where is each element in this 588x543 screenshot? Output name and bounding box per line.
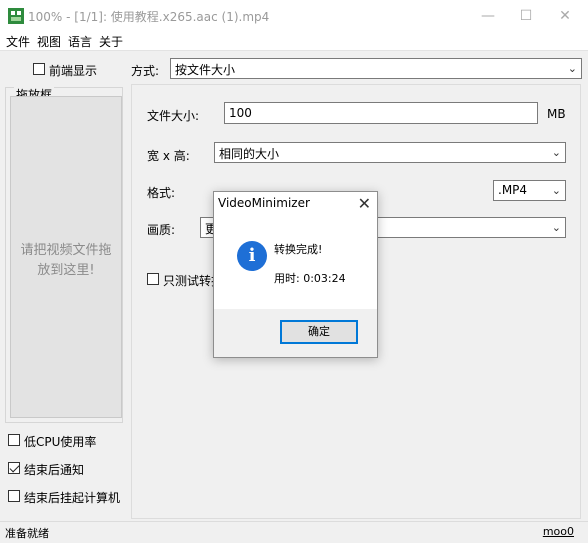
dialog-title: VideoMinimizer — [218, 196, 310, 210]
resolution-select-value: 相同的大小 — [219, 147, 280, 161]
chevron-down-icon: ⌄ — [551, 184, 561, 197]
low-cpu-label: 低CPU使用率 — [24, 435, 97, 449]
status-text: 准备就绪 — [5, 527, 49, 540]
status-bar: 准备就绪 moo0 — [0, 521, 588, 543]
file-size-field[interactable] — [224, 102, 538, 124]
mode-select-value: 按文件大小 — [175, 63, 236, 77]
format-select[interactable]: .MP4 ⌄ — [493, 180, 566, 201]
format-label: 格式: — [147, 186, 176, 200]
menu-about[interactable]: 关于 — [99, 33, 123, 50]
suspend-label: 结束后挂起计算机 — [24, 491, 121, 505]
mode-label: 方式: — [131, 64, 160, 78]
moo0-link[interactable]: moo0 — [543, 525, 574, 538]
info-icon: i — [237, 241, 267, 271]
resolution-label: 宽 x 高: — [147, 149, 190, 163]
resolution-select[interactable]: 相同的大小 ⌄ — [214, 142, 566, 163]
close-window-button[interactable]: ✕ — [542, 0, 588, 31]
chevron-down-icon: ⌄ — [551, 146, 561, 159]
drop-zone-hint: 请把视频文件拖 放到这里! — [10, 241, 122, 281]
minimize-icon: — — [481, 7, 495, 24]
close-icon: ✕ — [357, 194, 371, 213]
low-cpu-option[interactable]: 低CPU使用率 — [8, 433, 118, 449]
chevron-down-icon: ⌄ — [551, 221, 561, 234]
dialog-footer: 确定 — [214, 309, 377, 357]
mode-select[interactable]: 按文件大小 ⌄ — [170, 58, 582, 79]
menu-view[interactable]: 视图 — [37, 33, 61, 50]
maximize-icon: ☐ — [519, 7, 533, 24]
menu-file[interactable]: 文件 — [6, 33, 30, 50]
test-only-checkbox[interactable] — [147, 273, 159, 285]
low-cpu-checkbox[interactable] — [8, 434, 20, 446]
notify-label: 结束后通知 — [24, 463, 85, 477]
notify-checkbox[interactable] — [8, 462, 20, 474]
dialog-close-button[interactable]: ✕ — [358, 192, 371, 216]
file-size-input[interactable] — [225, 103, 537, 123]
quality-label: 画质: — [147, 223, 176, 237]
close-icon: ✕ — [559, 7, 571, 24]
menu-language[interactable]: 语言 — [68, 33, 92, 50]
format-select-value: .MP4 — [498, 183, 528, 197]
notify-option[interactable]: 结束后通知 — [8, 461, 118, 477]
suspend-checkbox[interactable] — [8, 490, 20, 502]
title-bar: 100% - [1/1]: 使用教程.x265.aac (1).mp4 — ☐ … — [0, 0, 588, 31]
chevron-down-icon: ⌄ — [567, 62, 577, 75]
topmost-label: 前端显示 — [49, 64, 98, 78]
completion-dialog: VideoMinimizer ✕ i 转换完成! 用时: 0:03:24 确定 — [213, 191, 378, 358]
file-size-label: 文件大小: — [147, 109, 200, 123]
dialog-message: 转换完成! — [274, 243, 323, 256]
drop-zone-hint-line2: 放到这里! — [37, 263, 95, 278]
menu-bar: 文件 视图 语言 关于 — [0, 31, 588, 51]
window-title: 100% - [1/1]: 使用教程.x265.aac (1).mp4 — [28, 10, 270, 24]
topmost-option[interactable]: 前端显示 — [33, 62, 113, 78]
suspend-option[interactable]: 结束后挂起计算机 — [8, 489, 128, 505]
app-logo-icon — [8, 8, 24, 24]
drop-zone-hint-line1: 请把视频文件拖 — [20, 243, 112, 258]
topmost-checkbox[interactable] — [33, 63, 45, 75]
ok-button[interactable]: 确定 — [280, 320, 358, 344]
file-size-unit: MB — [547, 107, 566, 121]
dialog-elapsed-time: 用时: 0:03:24 — [274, 272, 346, 285]
